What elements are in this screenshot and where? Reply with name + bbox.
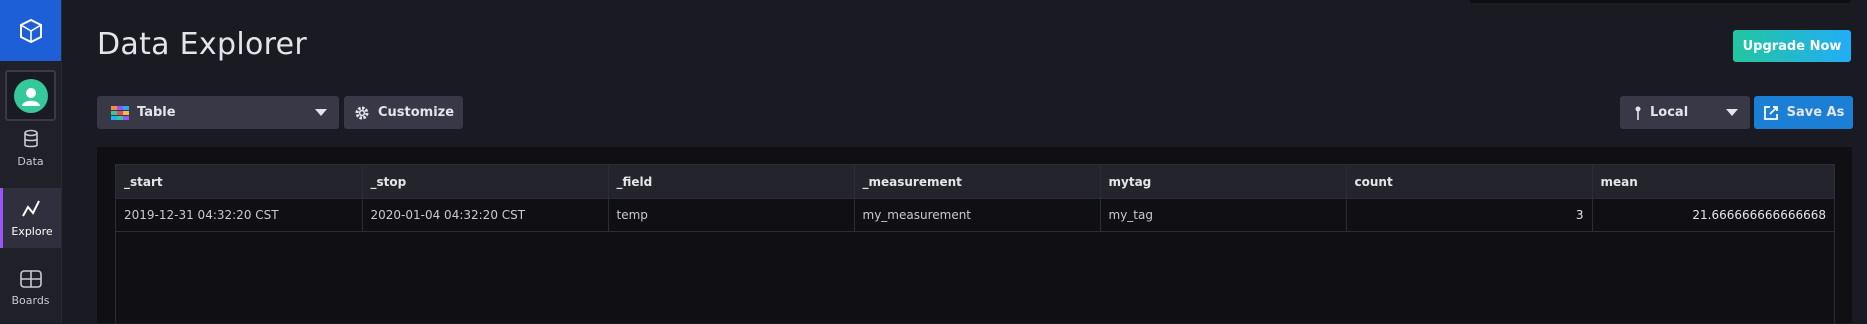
database-icon	[23, 129, 38, 147]
sidebar-item-label: Boards	[11, 293, 50, 307]
timezone-value: Local	[1650, 105, 1689, 120]
table-cell: my_measurement	[854, 198, 1101, 232]
customize-label: Customize	[378, 105, 455, 120]
visualization-type-dropdown[interactable]: Table	[97, 96, 339, 129]
table-icon	[111, 105, 129, 120]
table-cell: 21.666666666666668	[1592, 198, 1834, 232]
sidebar-item-label: Explore	[11, 224, 53, 238]
sidebar-item-label: Data	[17, 154, 44, 168]
graph-icon	[22, 200, 40, 216]
column-header[interactable]: _start	[116, 165, 363, 199]
user-avatar-button[interactable]	[5, 70, 56, 121]
table-cell: 2019-12-31 04:32:20 CST	[116, 198, 363, 232]
gear-icon	[355, 106, 369, 119]
save-as-button[interactable]: Save As	[1754, 96, 1853, 129]
column-header[interactable]: _measurement	[854, 165, 1101, 199]
results-table: _start _stop _field _measurement mytag c…	[115, 164, 1835, 324]
column-header[interactable]: count	[1346, 165, 1593, 199]
table-cell: 3	[1346, 198, 1593, 232]
customize-button[interactable]: Customize	[344, 96, 463, 129]
user-icon	[21, 87, 40, 106]
export-icon	[1763, 105, 1778, 120]
top-divider	[1470, 0, 1850, 3]
table-cell: 2020-01-04 04:32:20 CST	[362, 198, 609, 232]
sidebar: Data Explore Boards	[0, 0, 62, 323]
sidebar-item-boards[interactable]: Boards	[0, 258, 61, 318]
column-header[interactable]: mytag	[1100, 165, 1347, 199]
page-title: Data Explorer	[97, 27, 307, 62]
pin-icon	[1635, 106, 1641, 120]
sidebar-item-explore[interactable]: Explore	[0, 188, 61, 248]
column-header[interactable]: _field	[608, 165, 855, 199]
save-as-label: Save As	[1786, 105, 1845, 120]
influx-logo[interactable]	[0, 0, 61, 61]
avatar	[13, 78, 48, 113]
caret-down-icon	[1726, 109, 1738, 116]
upgrade-now-button[interactable]: Upgrade Now	[1733, 30, 1851, 62]
column-header[interactable]: mean	[1592, 165, 1834, 199]
dashboard-icon	[19, 269, 42, 288]
caret-down-icon	[315, 109, 327, 116]
logo-icon	[19, 18, 42, 43]
results-panel: _start _stop _field _measurement mytag c…	[97, 147, 1852, 324]
column-header[interactable]: _stop	[362, 165, 609, 199]
table-cell: temp	[608, 198, 855, 232]
table-header-row: _start _stop _field _measurement mytag c…	[116, 165, 1834, 199]
sidebar-item-data[interactable]: Data	[0, 118, 61, 178]
table-cell: my_tag	[1100, 198, 1347, 232]
timezone-dropdown[interactable]: Local	[1620, 96, 1750, 129]
visualization-type-value: Table	[137, 105, 176, 120]
table-row: 2019-12-31 04:32:20 CST 2020-01-04 04:32…	[116, 198, 1834, 232]
